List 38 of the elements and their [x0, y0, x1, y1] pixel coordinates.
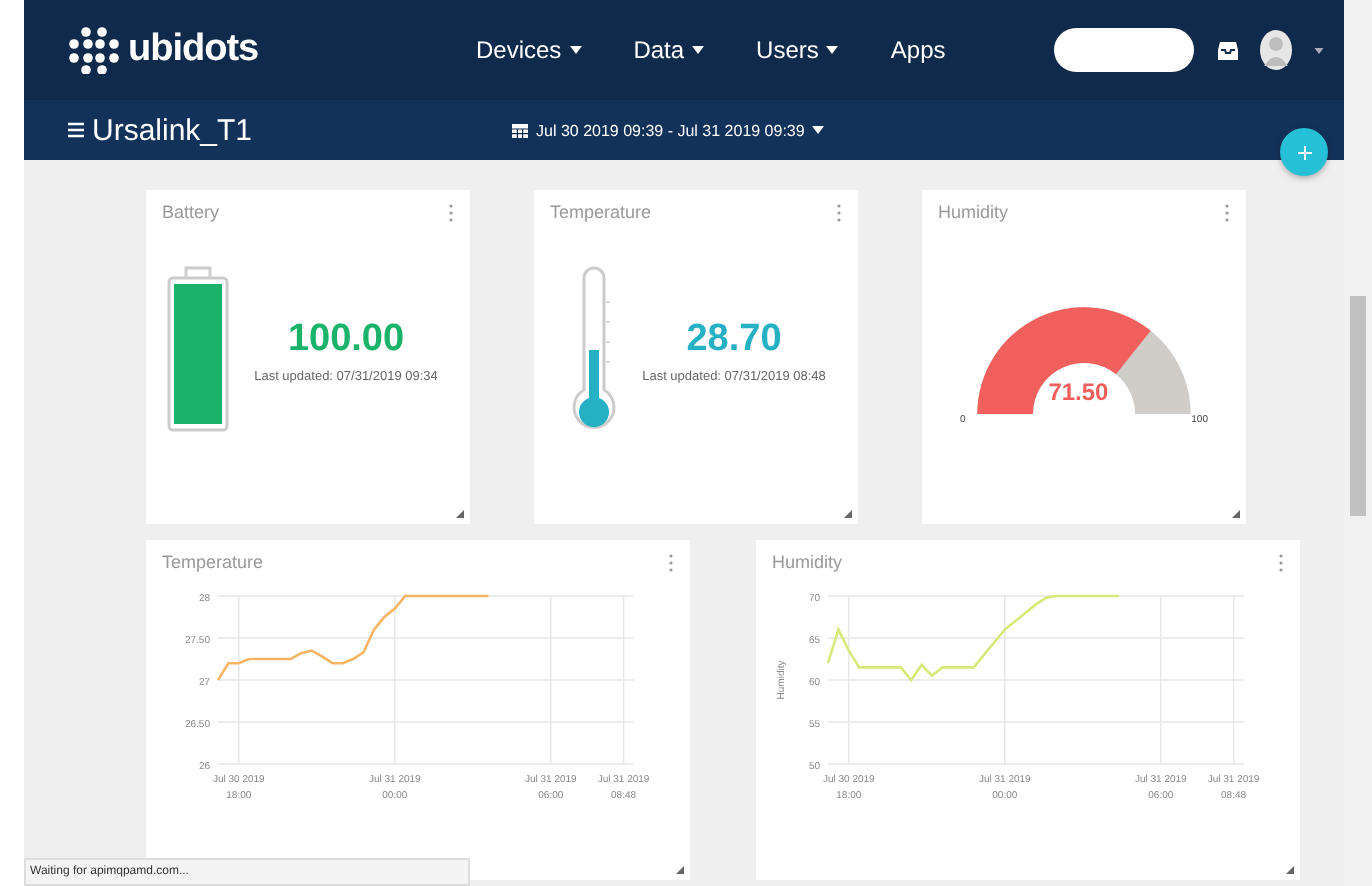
- date-range-picker[interactable]: Jul 30 2019 09:39 - Jul 31 2019 09:39: [508, 117, 829, 143]
- logo-text[interactable]: ubidots: [128, 28, 259, 72]
- gauge-value: 71.50: [1048, 378, 1109, 406]
- more-options-icon[interactable]: [668, 553, 674, 571]
- menu-icon[interactable]: [68, 122, 84, 138]
- battery-icon: [166, 266, 230, 434]
- value-text: 100.00: [287, 317, 405, 361]
- nav-menu-item[interactable]: Users: [748, 32, 847, 68]
- nav-menu-item[interactable]: Apps: [882, 32, 954, 68]
- caret-icon: [812, 126, 825, 134]
- nav-menu-item[interactable]: Devices: [468, 32, 590, 68]
- resize-handle-icon[interactable]: [676, 866, 684, 874]
- thermometer-icon: [570, 266, 618, 434]
- widget-title: Temperature: [550, 202, 652, 222]
- nav-menu-item[interactable]: Data: [625, 32, 713, 68]
- add-button[interactable]: [1280, 128, 1328, 176]
- dashboard-title[interactable]: Ursalink_T1: [92, 113, 253, 147]
- calendar-icon: [512, 122, 528, 138]
- more-options-icon[interactable]: [1224, 203, 1230, 221]
- more-options-icon[interactable]: [1278, 553, 1284, 571]
- resize-handle-icon[interactable]: [1232, 510, 1240, 518]
- more-options-icon[interactable]: [836, 203, 842, 221]
- resize-handle-icon[interactable]: [1286, 866, 1294, 874]
- avatar-icon[interactable]: [1258, 28, 1294, 72]
- search-field[interactable]: [1054, 28, 1194, 72]
- resize-handle-icon[interactable]: [844, 510, 852, 518]
- chart-title: Temperature: [162, 552, 264, 572]
- chart-title: Humidity: [772, 552, 843, 572]
- caret-icon[interactable]: [1314, 47, 1324, 53]
- resize-handle-icon[interactable]: [456, 510, 464, 518]
- scrollbar[interactable]: [1344, 0, 1372, 886]
- widget-title: Humidity: [938, 202, 1009, 222]
- value-text: 28.70: [686, 317, 782, 361]
- dots-logo-icon: [68, 26, 120, 74]
- inbox-icon[interactable]: [1218, 41, 1238, 59]
- plus-icon: [1297, 145, 1311, 159]
- widget-title: Battery: [162, 202, 220, 222]
- more-options-icon[interactable]: [448, 203, 454, 221]
